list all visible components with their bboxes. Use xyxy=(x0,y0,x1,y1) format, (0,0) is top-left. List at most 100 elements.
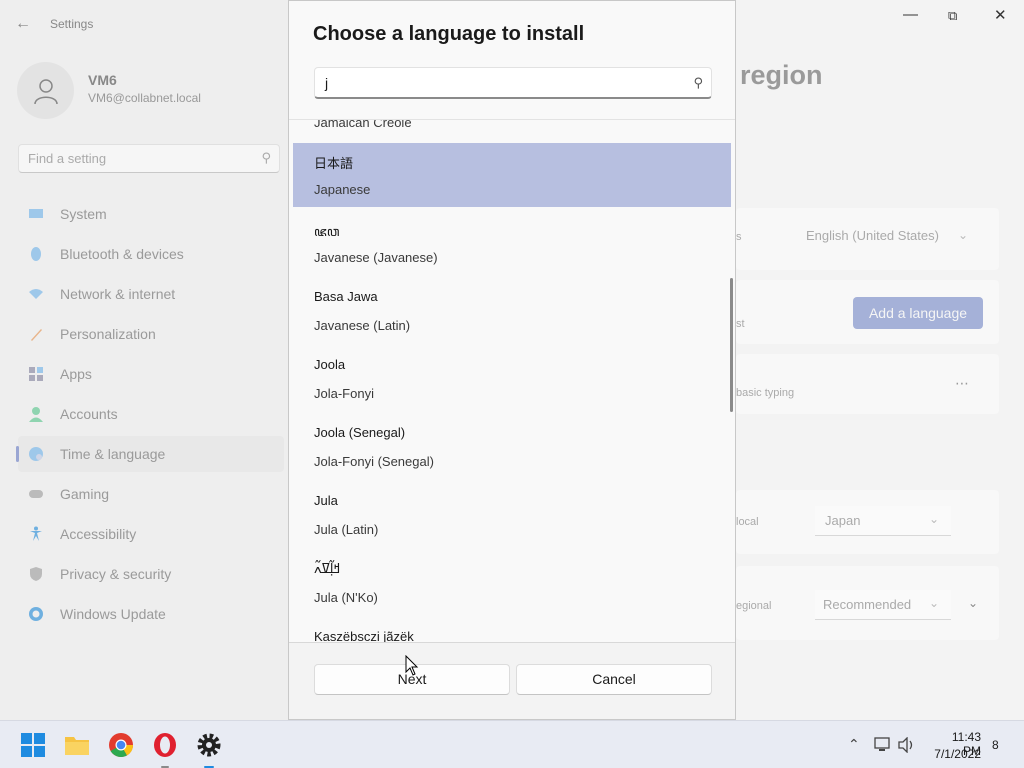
language-search-input[interactable]: j ⚲ xyxy=(314,67,712,99)
sidebar-item-privacy[interactable]: Privacy & security xyxy=(18,556,284,592)
sidebar-item-time-language[interactable]: Time & language xyxy=(16,436,284,472)
user-email: VM6@collabnet.local xyxy=(88,91,201,105)
wifi-icon xyxy=(29,289,43,299)
list-item[interactable]: Jula Jula (Latin) xyxy=(293,483,731,547)
windows-start-icon[interactable] xyxy=(20,732,46,758)
sidebar-item-label: Time & language xyxy=(60,446,166,462)
accounts-icon xyxy=(29,407,43,422)
sidebar-item-accounts[interactable]: Accounts xyxy=(18,396,284,432)
search-icon: ⚲ xyxy=(693,75,703,90)
volume-icon[interactable] xyxy=(898,737,916,753)
more-options-icon[interactable]: ⋯ xyxy=(955,375,969,392)
chrome-icon[interactable] xyxy=(108,732,134,758)
language-native-name: Basa Jawa xyxy=(314,289,378,304)
minimize-icon[interactable]: — xyxy=(903,6,918,23)
settings-sidebar: ← Settings VM6 VM6@collabnet.local Find … xyxy=(0,0,288,720)
regional-format-label: egional xyxy=(736,600,772,612)
list-item[interactable]: ꦗꦮ Javanese (Javanese) xyxy=(293,211,731,275)
language-native-name: Jula xyxy=(314,493,338,508)
list-item[interactable]: ߞߊ߲߬ߜߍ߬ Jula (N'Ko) xyxy=(293,551,731,615)
notification-count[interactable]: 8 xyxy=(992,738,999,752)
choose-language-dialog: Choose a language to install j ⚲ Jamaica… xyxy=(288,0,736,720)
accessibility-icon xyxy=(30,526,42,541)
close-icon[interactable]: ✕ xyxy=(994,6,1007,24)
gamepad-icon xyxy=(29,490,43,498)
network-icon[interactable] xyxy=(874,737,892,753)
page-title: region xyxy=(740,60,823,90)
file-explorer-icon[interactable] xyxy=(64,732,90,758)
list-item-partial[interactable]: Jamaican Creole xyxy=(314,120,412,130)
globe-clock-icon xyxy=(29,447,43,461)
chevron-down-icon: ⌄ xyxy=(958,228,969,242)
list-item[interactable]: Joola Jola-Fonyi xyxy=(293,347,731,411)
language-english-name: Jula (N'Ko) xyxy=(314,590,378,605)
country-region-label: local xyxy=(736,516,759,528)
list-item[interactable]: Kaszëbsczi jãzëk xyxy=(293,619,731,643)
brush-icon xyxy=(31,329,42,341)
sidebar-item-label: Bluetooth & devices xyxy=(60,246,184,262)
add-language-button[interactable]: Add a language xyxy=(853,297,983,329)
sidebar-item-label: Accounts xyxy=(60,406,118,422)
scrollbar[interactable] xyxy=(730,278,733,412)
bluetooth-icon xyxy=(31,247,41,261)
chevron-down-icon: ⌄ xyxy=(929,596,940,610)
sidebar-item-label: Windows Update xyxy=(60,606,166,622)
restore-icon[interactable]: ⧉ xyxy=(948,8,957,24)
sidebar-item-label: Network & internet xyxy=(60,286,176,302)
cancel-button[interactable]: Cancel xyxy=(516,664,712,695)
back-arrow-icon[interactable]: ← xyxy=(15,15,31,33)
language-list[interactable]: Jamaican Creole 日本語 Japanese ꦗꦮ Javanese… xyxy=(289,119,735,643)
apps-icon xyxy=(29,367,43,381)
expand-chevron-icon[interactable]: ⌄ xyxy=(968,596,978,610)
sidebar-item-label: System xyxy=(60,206,107,222)
language-native-name: Kaszëbsczi jãzëk xyxy=(314,629,414,643)
shield-icon xyxy=(30,567,42,581)
chevron-up-icon[interactable]: ⌃ xyxy=(848,736,860,753)
language-english-name: Javanese (Latin) xyxy=(314,318,411,333)
sidebar-item-network[interactable]: Network & internet xyxy=(18,276,284,312)
language-native-name: ߞߊ߲߬ߜߍ߬ xyxy=(314,561,341,576)
sidebar-item-apps[interactable]: Apps xyxy=(18,356,284,392)
user-name: VM6 xyxy=(88,72,117,88)
find-setting-input[interactable]: Find a setting ⚲ xyxy=(18,144,280,173)
preferred-languages-label: st xyxy=(736,318,745,330)
sidebar-item-windows-update[interactable]: Windows Update xyxy=(18,596,284,632)
sidebar-item-label: Personalization xyxy=(60,326,156,342)
language-native-name: Joola (Senegal) xyxy=(314,425,406,440)
avatar[interactable] xyxy=(17,62,74,119)
language-entry-desc: basic typing xyxy=(736,387,795,399)
dialog-title: Choose a language to install xyxy=(313,23,585,45)
regional-format-value: Recommended xyxy=(823,597,912,612)
taskbar: ⌃ 11:43 PM 7/1/2022 8 xyxy=(0,720,1024,768)
opera-icon[interactable] xyxy=(152,732,178,758)
clock-date[interactable]: 7/1/2022 xyxy=(931,747,981,761)
list-item[interactable]: Joola (Senegal) Jola-Fonyi (Senegal) xyxy=(293,415,731,479)
language-search-value: j xyxy=(325,75,329,91)
settings-gear-icon[interactable] xyxy=(196,732,222,758)
language-english-name: Javanese (Javanese) xyxy=(314,250,438,265)
update-icon xyxy=(29,607,43,621)
list-item[interactable]: Basa Jawa Javanese (Latin) xyxy=(293,279,731,343)
language-english-name: Japanese xyxy=(314,182,371,197)
language-english-name: Jula (Latin) xyxy=(314,522,379,537)
sidebar-item-label: Apps xyxy=(60,366,92,382)
language-english-name: Jola-Fonyi xyxy=(314,386,374,401)
system-icon xyxy=(29,209,43,218)
window-title: Settings xyxy=(50,17,94,31)
display-language-value[interactable]: English (United States) xyxy=(806,228,939,243)
sidebar-item-bluetooth[interactable]: Bluetooth & devices xyxy=(18,236,284,272)
language-native-name: 日本語 xyxy=(314,156,354,171)
sidebar-item-personalization[interactable]: Personalization xyxy=(18,316,284,352)
search-icon: ⚲ xyxy=(261,150,271,165)
find-setting-placeholder: Find a setting xyxy=(28,151,107,166)
language-native-name: ꦗꦮ xyxy=(314,224,340,239)
sidebar-item-gaming[interactable]: Gaming xyxy=(18,476,284,512)
sidebar-item-accessibility[interactable]: Accessibility xyxy=(18,516,284,552)
sidebar-item-label: Accessibility xyxy=(60,526,137,542)
list-item[interactable]: 日本語 Japanese xyxy=(293,143,731,207)
sidebar-item-system[interactable]: System xyxy=(18,196,284,232)
country-value: Japan xyxy=(825,513,861,528)
user-icon xyxy=(33,78,58,104)
language-native-name: Joola xyxy=(314,357,346,372)
sidebar-item-label: Gaming xyxy=(60,486,110,502)
